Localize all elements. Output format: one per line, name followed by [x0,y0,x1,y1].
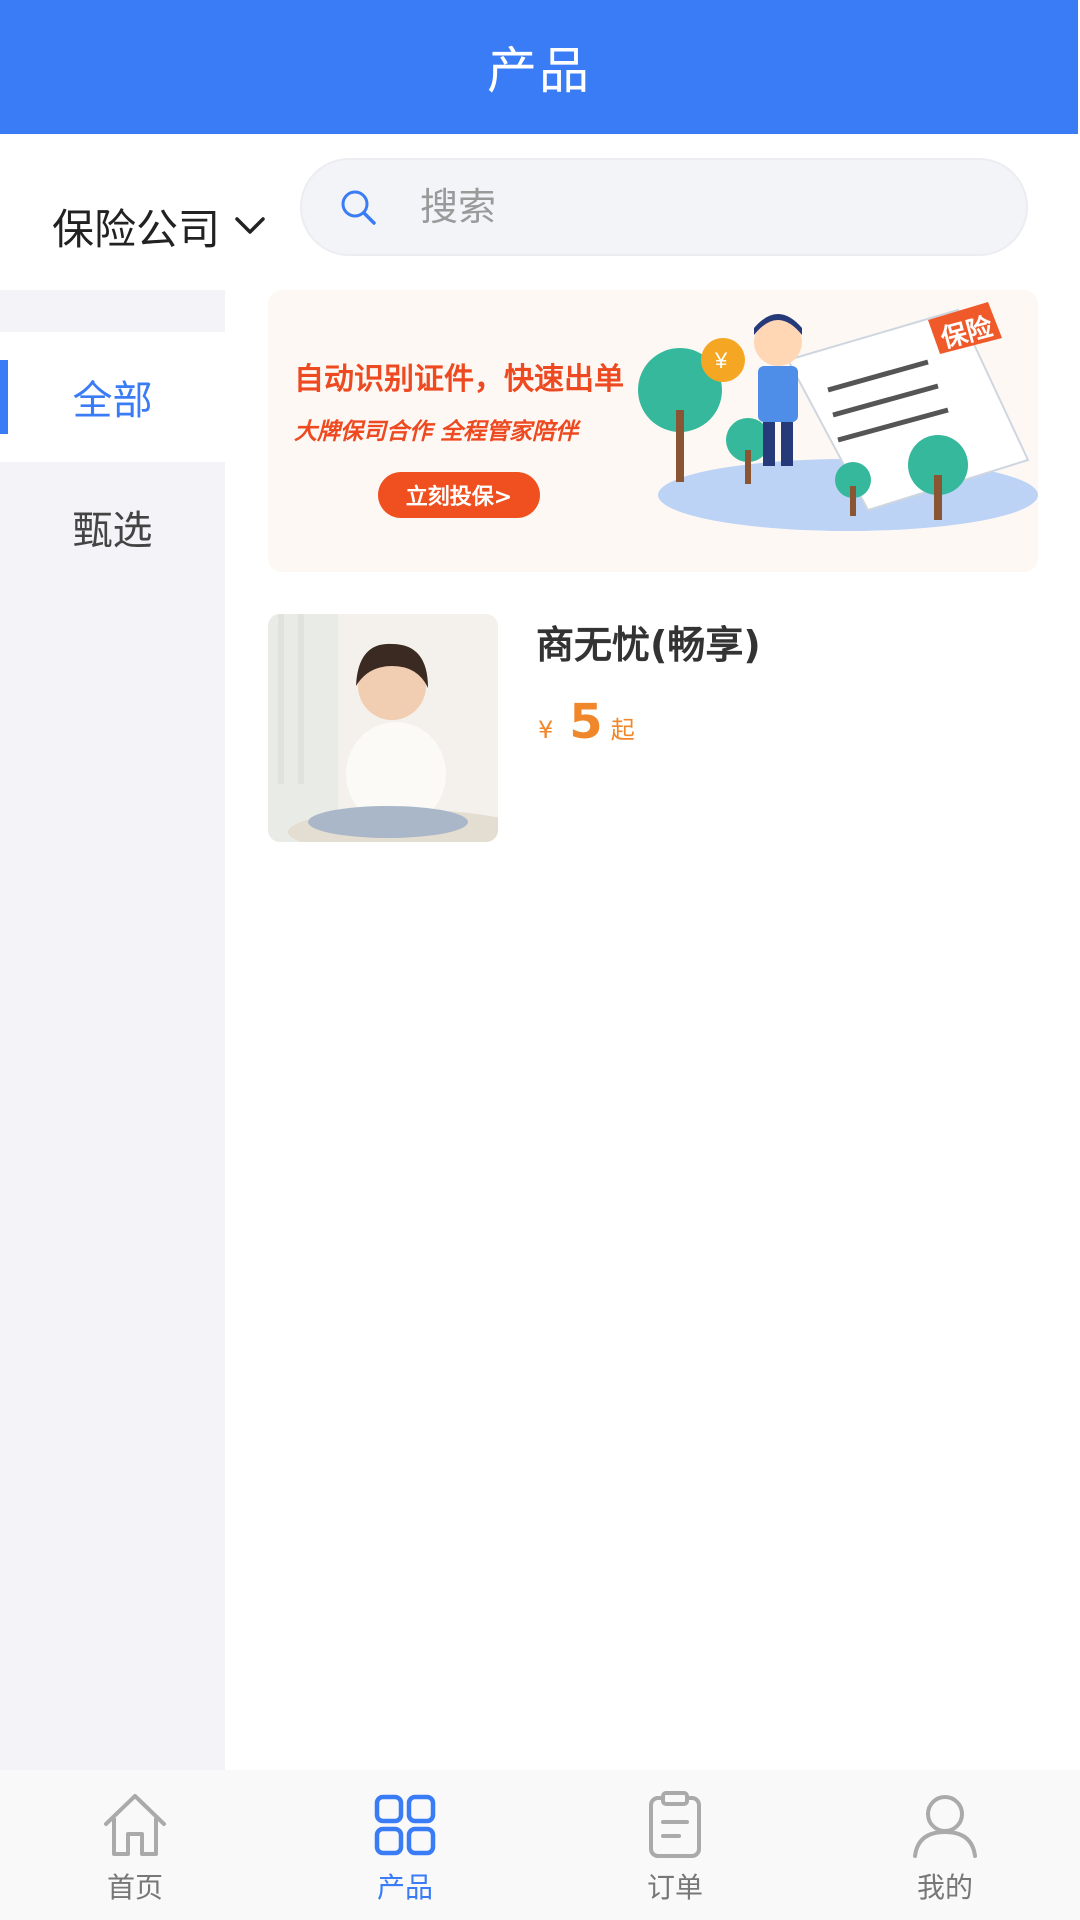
tab-label: 我的 [916,1871,973,1904]
filter-bar: 保险公司 [0,134,1080,290]
tab-profile[interactable]: 我的 [810,1770,1080,1920]
page-title: 产品 [487,42,591,100]
promo-banner[interactable]: 自动识别证件，快速出单 大牌保司合作 全程管家陪伴 立刻投保> 保险 ¥ [268,290,1038,572]
tab-home[interactable]: 首页 [0,1770,270,1920]
home-icon [97,1790,173,1860]
banner-illustration: 保险 ¥ [638,302,1038,531]
banner-headline: 自动识别证件，快速出单 [294,362,624,397]
tab-orders[interactable]: 订单 [540,1770,810,1920]
banner-subline: 大牌保司合作 全程管家陪伴 [294,419,579,445]
product-name: 商无忧(畅享) [536,623,761,667]
tab-label: 首页 [106,1871,163,1904]
tab-products[interactable]: 产品 [270,1770,540,1920]
price-suffix: 起 [610,716,635,744]
price-currency: ¥ [538,716,554,744]
price-value: 5 [569,694,603,750]
svg-text:¥: ¥ [714,348,728,373]
search-input[interactable] [418,184,982,230]
chevron-down-icon [235,217,265,234]
active-indicator [0,360,8,434]
search-bar[interactable] [300,158,1028,256]
product-card[interactable]: 商无忧(畅享) ¥ 5 起 [268,614,1038,844]
product-price: ¥ 5 起 [538,694,635,750]
sidebar-item-label: 全部 [72,378,153,424]
app-header: 产品 [0,0,1078,134]
user-icon [907,1790,983,1860]
category-sidebar: 全部 甄选 [0,290,225,1770]
search-icon [338,187,378,227]
grid-icon [367,1790,443,1860]
sidebar-item-selected[interactable]: 甄选 [0,462,225,592]
banner-cta-button[interactable]: 立刻投保> [378,472,540,518]
tab-label: 订单 [646,1871,703,1904]
company-dropdown-label: 保险公司 [52,204,221,254]
clipboard-icon [637,1790,713,1860]
bottom-tab-bar: 首页 产品 订单 我的 [0,1770,1080,1920]
sidebar-item-all[interactable]: 全部 [0,332,225,462]
company-dropdown[interactable]: 保险公司 [52,186,266,266]
sidebar-item-label: 甄选 [72,508,153,554]
tab-label: 产品 [376,1871,433,1904]
product-image [268,614,498,842]
